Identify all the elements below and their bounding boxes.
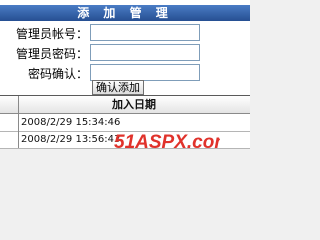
- confirm-password-input[interactable]: [90, 64, 200, 81]
- confirm-password-label: 密码确认：: [27, 67, 88, 81]
- admin-list-header: 加入日期: [0, 96, 250, 114]
- add-admin-form: 添 加 管 理 管理员帐号： 管理员密码： 密码确认： 确认添加: [0, 0, 250, 95]
- password-label: 管理员密码：: [15, 47, 88, 61]
- join-date-cell: 2008/2/29 13:56:43: [21, 134, 121, 145]
- username-row: 管理员帐号：: [0, 24, 250, 44]
- column-header-join-date[interactable]: 加入日期: [112, 96, 156, 113]
- join-date-cell: 2008/2/29 15:34:46: [21, 117, 121, 128]
- password-row: 管理员密码：: [0, 44, 250, 64]
- column-separator: [18, 96, 19, 148]
- confirm-add-button[interactable]: 确认添加: [92, 80, 144, 95]
- watermark-logo: 51ASPX.com: [114, 132, 220, 153]
- password-input[interactable]: [90, 44, 200, 61]
- username-label: 管理员帐号：: [15, 27, 88, 41]
- watermark-text: 51ASPX.com: [114, 132, 220, 153]
- form-title: 添 加 管 理: [0, 5, 250, 21]
- username-input[interactable]: [90, 24, 200, 41]
